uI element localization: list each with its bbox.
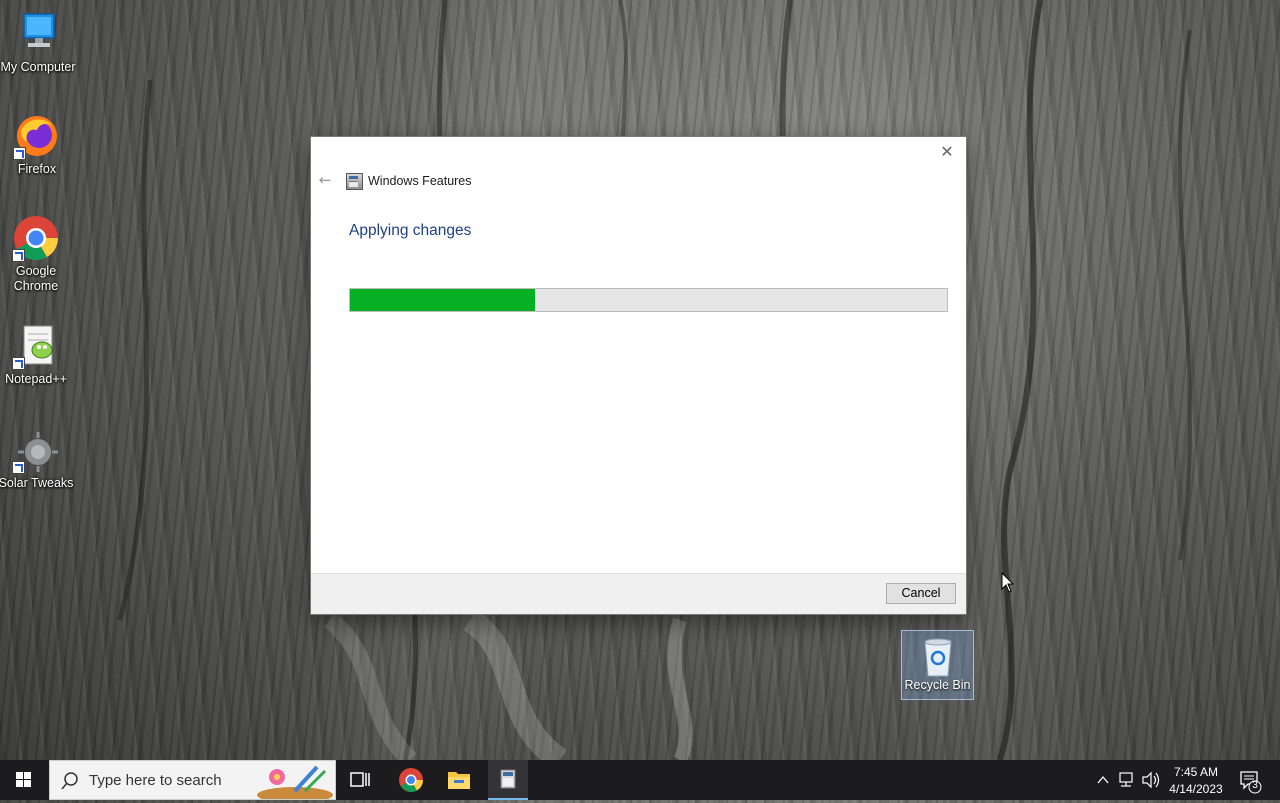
chrome-icon xyxy=(399,768,424,792)
taskbar-file-explorer-button[interactable] xyxy=(440,760,478,800)
speaker-icon xyxy=(1142,771,1160,789)
taskbar-chrome-button[interactable] xyxy=(392,760,430,800)
file-explorer-icon xyxy=(448,772,470,789)
shortcut-arrow-icon xyxy=(12,249,25,262)
clock-time: 7:45 AM xyxy=(1173,765,1219,779)
network-icon xyxy=(1119,772,1133,787)
back-arrow-icon[interactable]: ← xyxy=(317,172,333,188)
progress-bar xyxy=(349,288,948,312)
desktop-icon-my-computer[interactable]: My Computer xyxy=(0,10,76,75)
mouse-cursor-icon xyxy=(1001,572,1015,593)
task-view-button[interactable] xyxy=(345,760,375,800)
desktop-icon-solar-tweaks[interactable]: Solar Tweaks xyxy=(0,426,74,491)
desktop-icon-label: Google Chrome xyxy=(13,264,59,293)
status-heading: Applying changes xyxy=(349,222,472,239)
desktop-icon-firefox[interactable]: Firefox xyxy=(0,112,75,177)
volume-button[interactable] xyxy=(1140,760,1162,800)
monitor-icon xyxy=(14,10,62,58)
desktop-icon-label: Firefox xyxy=(17,162,57,176)
close-icon[interactable]: ✕ xyxy=(934,141,960,163)
taskbar-windows-features-button[interactable] xyxy=(488,760,528,800)
shortcut-arrow-icon xyxy=(13,147,26,160)
clock-date: 4/14/2023 xyxy=(1169,782,1223,796)
desktop-icon-google-chrome[interactable]: Google Chrome xyxy=(0,214,74,294)
search-box[interactable]: Type here to search xyxy=(49,760,336,800)
recycle-bin-icon xyxy=(918,634,958,678)
task-view-icon xyxy=(350,772,370,787)
desktop-icon-recycle-bin[interactable]: Recycle Bin xyxy=(901,630,974,700)
start-button[interactable] xyxy=(0,760,48,800)
chrome-icon xyxy=(12,214,60,262)
windows-logo-icon xyxy=(16,772,31,787)
dialog-title: Windows Features xyxy=(368,174,472,188)
action-center-button[interactable]: 3 xyxy=(1236,760,1266,800)
search-highlight-illustration-icon xyxy=(257,765,333,799)
search-placeholder: Type here to search xyxy=(89,772,222,789)
solar-tweaks-icon xyxy=(12,426,60,474)
desktop-icon-label: My Computer xyxy=(0,60,76,74)
notification-count-badge: 3 xyxy=(1252,780,1258,791)
notepad-plus-plus-icon xyxy=(12,322,60,370)
search-icon xyxy=(61,772,78,790)
windows-features-icon xyxy=(346,173,363,190)
desktop-icon-label: Solar Tweaks xyxy=(0,476,74,490)
shortcut-arrow-icon xyxy=(12,357,25,370)
cancel-button[interactable]: Cancel xyxy=(886,583,956,604)
taskbar-clock[interactable]: 7:45 AM 4/14/2023 xyxy=(1160,764,1232,798)
dialog-footer: Cancel xyxy=(311,573,966,614)
windows-features-icon xyxy=(500,769,516,789)
firefox-icon xyxy=(13,112,61,160)
chevron-up-icon xyxy=(1097,775,1109,784)
desktop-icon-label: Notepad++ xyxy=(5,372,67,386)
windows-features-dialog: ✕ ← Windows Features Applying changes Ca… xyxy=(311,137,966,614)
taskbar: Type here to search 7:45 AM 4/14/2023 3 xyxy=(0,760,1280,800)
progress-bar-fill xyxy=(350,289,536,311)
shortcut-arrow-icon xyxy=(12,461,25,474)
desktop-icon-notepad-plus-plus[interactable]: Notepad++ xyxy=(0,322,74,387)
desktop-icon-label: Recycle Bin xyxy=(904,678,971,692)
network-button[interactable] xyxy=(1116,760,1138,800)
show-hidden-icons-button[interactable] xyxy=(1094,760,1112,800)
